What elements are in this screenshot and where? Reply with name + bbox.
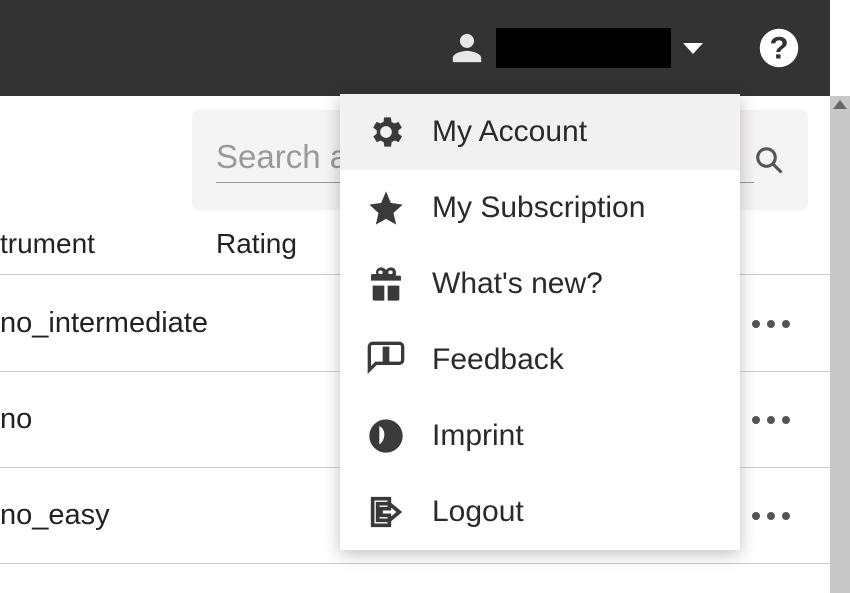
menu-logout[interactable]: Logout (340, 474, 740, 550)
menu-label: Imprint (432, 419, 524, 453)
menu-feedback[interactable]: Feedback (340, 322, 740, 398)
menu-imprint[interactable]: Imprint (340, 398, 740, 474)
globe-icon (366, 416, 406, 456)
scroll-up-arrow-icon[interactable] (833, 100, 847, 109)
search-icon[interactable] (754, 145, 784, 175)
menu-my-subscription[interactable]: My Subscription (340, 170, 740, 246)
scrollbar[interactable] (830, 96, 850, 593)
user-name-redacted (496, 28, 671, 68)
user-dropdown-menu: My Account My Subscription What's new? F… (340, 94, 740, 550)
cell-instrument: no (0, 403, 32, 436)
gear-icon (366, 112, 406, 152)
star-icon (366, 188, 406, 228)
column-rating[interactable]: Rating (216, 228, 297, 260)
help-icon[interactable]: ? (758, 27, 800, 69)
row-actions-icon[interactable] (752, 320, 790, 328)
topbar: ? (0, 0, 830, 96)
gift-icon (366, 264, 406, 304)
menu-my-account[interactable]: My Account (340, 94, 740, 170)
cell-instrument: no_intermediate (0, 307, 208, 340)
feedback-icon (366, 340, 406, 380)
logout-icon (366, 492, 406, 532)
chevron-down-icon (683, 43, 703, 54)
scroll-thumb[interactable] (830, 96, 850, 593)
row-actions-icon[interactable] (752, 416, 790, 424)
menu-label: What's new? (432, 267, 603, 301)
menu-label: My Account (432, 115, 587, 149)
svg-text:?: ? (769, 30, 788, 66)
row-actions-icon[interactable] (752, 512, 790, 520)
menu-label: Logout (432, 495, 524, 529)
user-icon (450, 31, 484, 65)
user-menu-trigger[interactable] (450, 28, 703, 68)
menu-label: Feedback (432, 343, 564, 377)
cell-instrument: no_easy (0, 499, 110, 532)
search-placeholder: Search a (216, 138, 348, 175)
column-instrument[interactable]: trument (0, 228, 216, 260)
menu-label: My Subscription (432, 191, 645, 225)
menu-whats-new[interactable]: What's new? (340, 246, 740, 322)
